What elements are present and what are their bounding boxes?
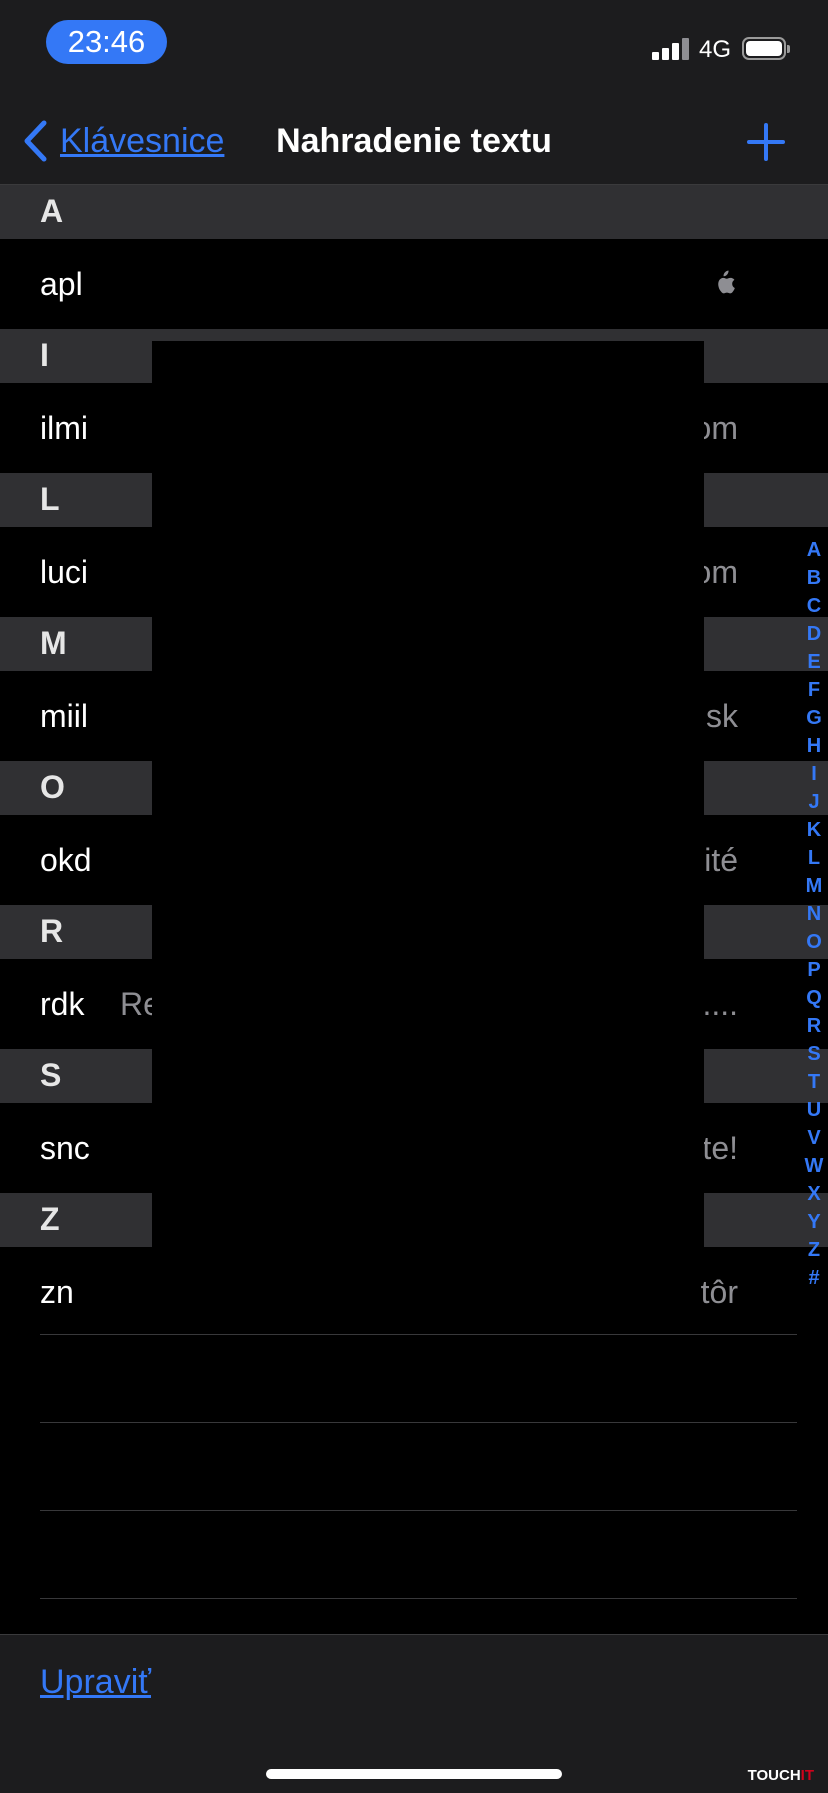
index-letter[interactable]: U bbox=[800, 1096, 828, 1124]
shortcut-label: miil bbox=[40, 698, 88, 734]
index-letter[interactable]: Q bbox=[800, 984, 828, 1012]
cellular-signal-icon bbox=[652, 38, 690, 60]
index-letter[interactable]: M bbox=[800, 872, 828, 900]
shortcut-label: snc bbox=[40, 1130, 90, 1166]
status-time[interactable]: 23:46 bbox=[46, 20, 167, 64]
index-letter[interactable]: E bbox=[800, 648, 828, 676]
navigation-bar: Klávesnice Nahradenie textu bbox=[0, 100, 828, 185]
phrase-label: ité bbox=[704, 842, 738, 878]
bottom-toolbar: Upraviť TOUCHIT bbox=[0, 1634, 828, 1793]
shortcut-label: apl bbox=[40, 266, 83, 302]
index-letter[interactable]: L bbox=[800, 844, 828, 872]
index-letter[interactable]: F bbox=[800, 676, 828, 704]
index-letter[interactable]: N bbox=[800, 900, 828, 928]
phrase-label: te! bbox=[702, 1130, 738, 1166]
section-letter: L bbox=[40, 481, 60, 517]
row-separator bbox=[40, 1334, 797, 1335]
list-item[interactable]: apl bbox=[0, 239, 828, 329]
index-letter[interactable]: R bbox=[800, 1012, 828, 1040]
index-letter[interactable]: G bbox=[800, 704, 828, 732]
watermark-logo: TOUCHIT bbox=[748, 1767, 814, 1784]
section-letter: Z bbox=[40, 1201, 60, 1237]
add-button[interactable] bbox=[746, 122, 786, 162]
index-letter[interactable]: # bbox=[800, 1264, 828, 1292]
section-letter: O bbox=[40, 769, 65, 805]
row-separator bbox=[40, 1598, 797, 1599]
index-letter[interactable]: Z bbox=[800, 1236, 828, 1264]
index-letter[interactable]: K bbox=[800, 816, 828, 844]
phrase-label: .... bbox=[702, 986, 738, 1022]
shortcut-label: rdk bbox=[40, 986, 85, 1022]
plus-icon bbox=[747, 123, 785, 161]
section-index[interactable]: A B C D E F G H I J K L M N O P Q R S T U V W X Y Z # bbox=[800, 536, 828, 1292]
index-letter[interactable]: H bbox=[800, 732, 828, 760]
status-bar: 23:46 4G bbox=[0, 0, 828, 100]
index-letter[interactable]: X bbox=[800, 1180, 828, 1208]
phrase-label: tôr bbox=[700, 1274, 738, 1310]
battery-icon bbox=[742, 37, 790, 60]
index-letter[interactable]: D bbox=[800, 620, 828, 648]
row-separator bbox=[40, 1510, 797, 1511]
row-separator bbox=[40, 1422, 797, 1423]
index-letter[interactable]: O bbox=[800, 928, 828, 956]
shortcut-label: okd bbox=[40, 842, 92, 878]
section-letter: R bbox=[40, 913, 64, 949]
index-letter[interactable]: S bbox=[800, 1040, 828, 1068]
home-indicator[interactable] bbox=[266, 1769, 562, 1779]
page-title: Nahradenie textu bbox=[276, 122, 552, 160]
index-letter[interactable]: A bbox=[800, 536, 828, 564]
index-letter[interactable]: V bbox=[800, 1124, 828, 1152]
index-letter[interactable]: T bbox=[800, 1068, 828, 1096]
section-letter: I bbox=[40, 337, 49, 373]
index-letter[interactable]: B bbox=[800, 564, 828, 592]
index-letter[interactable]: C bbox=[800, 592, 828, 620]
list-item[interactable]: zn tôr bbox=[0, 1247, 828, 1337]
section-letter: M bbox=[40, 625, 67, 661]
section-letter: S bbox=[40, 1057, 62, 1093]
apple-logo-icon bbox=[718, 270, 735, 294]
shortcut-label: luci bbox=[40, 554, 89, 590]
edit-button[interactable]: Upraviť bbox=[40, 1663, 151, 1702]
index-letter[interactable]: P bbox=[800, 956, 828, 984]
watermark-main: TOUCH bbox=[747, 1767, 801, 1784]
redaction-overlay bbox=[152, 341, 704, 1247]
network-type: 4G bbox=[699, 36, 732, 63]
phrase-label: sk bbox=[706, 698, 738, 734]
index-letter[interactable]: J bbox=[800, 788, 828, 816]
index-letter[interactable]: I bbox=[800, 760, 828, 788]
index-letter[interactable]: W bbox=[800, 1152, 828, 1180]
watermark-accent: IT bbox=[800, 1767, 814, 1784]
section-header-a: A bbox=[0, 185, 828, 239]
section-letter: A bbox=[40, 193, 64, 229]
index-letter[interactable]: Y bbox=[800, 1208, 828, 1236]
shortcut-label: zn bbox=[40, 1274, 74, 1310]
shortcut-label: ilmi bbox=[40, 410, 88, 446]
